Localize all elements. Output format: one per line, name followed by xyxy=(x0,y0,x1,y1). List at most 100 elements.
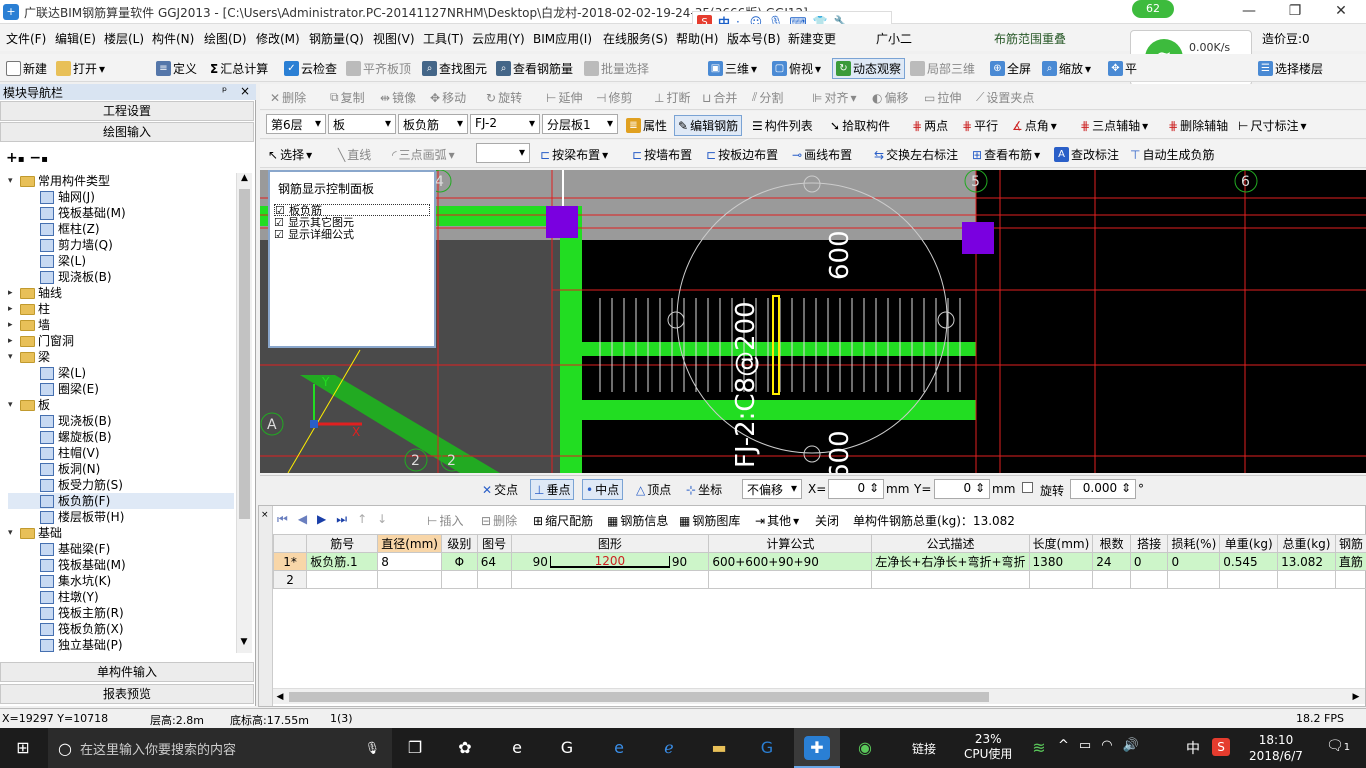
cell-formula-desc[interactable]: 左净长+右净长+弯折+弯折 xyxy=(871,552,1030,571)
tray-expand-icon[interactable]: ^ xyxy=(1058,738,1069,753)
active-app-tile[interactable]: ✚ xyxy=(794,728,840,768)
tree-folder[interactable]: ▸ 墙 xyxy=(8,317,234,333)
tree-toggle-icon[interactable]: ▾ xyxy=(8,525,18,541)
tree-item[interactable]: 筏板负筋(X) xyxy=(8,621,234,637)
menu-tools[interactable]: 工具(T) xyxy=(423,30,464,47)
dimension-button[interactable]: ⊢ 尺寸标注 ▾ xyxy=(1238,117,1307,134)
tree-item[interactable]: 梁(L) xyxy=(8,253,234,269)
zoom-button[interactable]: ⌕ 缩放 ▾ xyxy=(1042,60,1091,77)
ie-icon[interactable]: ℯ xyxy=(656,736,682,760)
top-view-button[interactable]: ▢ 俯视 ▾ xyxy=(772,60,821,77)
point-angle-button[interactable]: ∡ 点角 ▾ xyxy=(1012,117,1057,134)
column-2[interactable] xyxy=(962,222,994,254)
three-point-axis-button[interactable]: ⋕ 三点辅轴 ▾ xyxy=(1080,117,1148,134)
row-number[interactable]: 1* xyxy=(273,552,308,571)
table-scroll-thumb[interactable] xyxy=(289,692,989,702)
pin-icon[interactable]: ᵖ xyxy=(222,84,227,98)
tree-item[interactable]: 现浇板(B) xyxy=(8,269,234,285)
tab-project-settings[interactable]: 工程设置 xyxy=(0,101,254,121)
cell-rebar-type[interactable] xyxy=(1334,570,1366,589)
cell-unit-weight[interactable]: 0.545 xyxy=(1219,552,1279,571)
tray-network-icon[interactable]: ◠ xyxy=(1101,738,1112,753)
new-button[interactable]: 新建 xyxy=(6,60,47,77)
menu-cloud[interactable]: 云应用(Y) xyxy=(472,30,525,47)
windows-start-icon[interactable]: ⊞ xyxy=(10,736,36,760)
browser-g-icon[interactable]: G xyxy=(554,736,580,760)
menu-new-change[interactable]: 新建变更 xyxy=(788,30,836,47)
tab-report-preview[interactable]: 报表预览 xyxy=(0,684,254,704)
cell-total-weight[interactable]: 13.082 xyxy=(1277,552,1336,571)
tree-toggle-icon[interactable]: ▸ xyxy=(8,285,18,301)
beam-bottom[interactable] xyxy=(560,400,976,420)
table-row[interactable]: 1* 板负筋.1 8 Φ 64 90 1200 90 600+600+90+90… xyxy=(273,552,1366,571)
tree-folder[interactable]: ▾ 常用构件类型 xyxy=(8,173,234,189)
tree-folder[interactable]: ▾ 板 xyxy=(8,397,234,413)
extend-button[interactable]: ⊢ 延伸 xyxy=(546,89,582,106)
rebar-info-button[interactable]: ▦ 钢筋信息 xyxy=(607,512,668,529)
orbit-button[interactable]: ↻ 动态观察 xyxy=(832,58,906,79)
notification-icon[interactable]: 🗨1 xyxy=(1326,738,1350,754)
expand-all-icon[interactable]: +▪ −▪ xyxy=(6,150,48,166)
view-layout-button[interactable]: ⊞ 查看布筋 ▾ xyxy=(972,146,1040,163)
snap-vertex[interactable]: △ 顶点 xyxy=(636,481,671,498)
rotate-input[interactable]: 0.000 ⇕ xyxy=(1070,479,1136,499)
scale-rebar-button[interactable]: ⊞ 缩尺配筋 xyxy=(533,512,593,529)
sogou-tray-icon[interactable]: S xyxy=(1212,738,1230,756)
edit-labels-button[interactable]: A 查改标注 xyxy=(1054,146,1119,163)
cell-figure-no[interactable]: 64 xyxy=(476,552,512,571)
menu-bim[interactable]: BIM应用(I) xyxy=(533,30,592,47)
arc-param-select[interactable]: ▾ xyxy=(476,143,530,163)
table-h-scrollbar[interactable]: ◀ ▶ xyxy=(273,688,1365,704)
fullscreen-button[interactable]: ⊕ 全屏 xyxy=(990,60,1031,77)
cell-rebar-name[interactable] xyxy=(306,570,379,589)
open-button[interactable]: 打开 ▾ xyxy=(56,60,105,77)
place-by-wall-button[interactable]: ⊏ 按墙布置 xyxy=(632,146,692,163)
local-3d-button[interactable]: 局部三维 xyxy=(910,60,975,77)
stretch-button[interactable]: ▭ 拉伸 xyxy=(924,89,961,106)
cell-figure-no[interactable] xyxy=(476,570,512,589)
tree-folder[interactable]: ▸ 轴线 xyxy=(8,285,234,301)
menu-floor[interactable]: 楼层(L) xyxy=(104,30,144,47)
menu-rebar-qty[interactable]: 钢筋量(Q) xyxy=(309,30,364,47)
move-up-icon[interactable]: ↑ xyxy=(357,512,367,527)
cell-grade[interactable]: Φ xyxy=(440,552,478,571)
snap-perpendicular[interactable]: ⊥ 垂点 xyxy=(530,479,575,500)
place-by-beam-button[interactable]: ⊏ 按梁布置 ▾ xyxy=(540,146,608,163)
tree-item[interactable]: 框柱(Z) xyxy=(8,221,234,237)
cell-formula[interactable] xyxy=(708,570,873,589)
auto-generate-button[interactable]: ⊤ 自动生成负筋 xyxy=(1130,146,1214,163)
tree-item[interactable]: 独立基础(P) xyxy=(8,637,234,653)
delete-button[interactable]: ✕ 删除 xyxy=(270,89,306,106)
table-row[interactable]: 2 xyxy=(273,570,1366,589)
move-down-icon[interactable]: ↓ xyxy=(377,512,387,527)
menu-help[interactable]: 帮助(H) xyxy=(676,30,718,47)
two-point-axis-button[interactable]: ⋕ 两点 xyxy=(912,117,948,134)
line-place-button[interactable]: ⊸ 画线布置 xyxy=(792,146,852,163)
tree-item[interactable]: 筏板基础(M) xyxy=(8,205,234,221)
close-icon[interactable]: × xyxy=(259,510,269,520)
tree-folder[interactable]: ▾ 基础 xyxy=(8,525,234,541)
clock[interactable]: 18:10 2018/6/7 xyxy=(1246,732,1306,764)
move-button[interactable]: ✥ 移动 xyxy=(430,89,466,106)
tree-folder[interactable]: ▾ 梁 xyxy=(8,349,234,365)
cell-loss[interactable] xyxy=(1167,570,1221,589)
close-button[interactable]: ✕ xyxy=(1318,0,1364,24)
green-app-icon[interactable]: ◉ xyxy=(852,736,878,760)
tree-item[interactable]: 板洞(N) xyxy=(8,461,234,477)
snap-intersection[interactable]: ✕ 交点 xyxy=(482,481,518,498)
cell-diameter[interactable] xyxy=(377,570,442,589)
cell-length[interactable] xyxy=(1028,570,1094,589)
tree-scroll-thumb[interactable] xyxy=(239,189,250,519)
cell-rebar-type[interactable]: 直筋 xyxy=(1334,552,1366,571)
pan-button[interactable]: ✥ 平 xyxy=(1108,60,1137,77)
batch-select-button[interactable]: 批量选择 xyxy=(584,60,649,77)
tree-item[interactable]: 剪力墙(Q) xyxy=(8,237,234,253)
tray-volume-icon[interactable]: 🔊 xyxy=(1123,738,1139,753)
menu-modify[interactable]: 修改(M) xyxy=(256,30,300,47)
tree-item[interactable]: 筏板基础(M) xyxy=(8,557,234,573)
trim-button[interactable]: ⊣ 修剪 xyxy=(596,89,632,106)
type-select[interactable]: 板 ▾ xyxy=(328,114,396,134)
find-element-button[interactable]: ⌕ 查找图元 xyxy=(422,60,487,77)
x-input[interactable]: 0 ⇕ xyxy=(828,479,884,499)
tree-item[interactable]: 轴网(J) xyxy=(8,189,234,205)
